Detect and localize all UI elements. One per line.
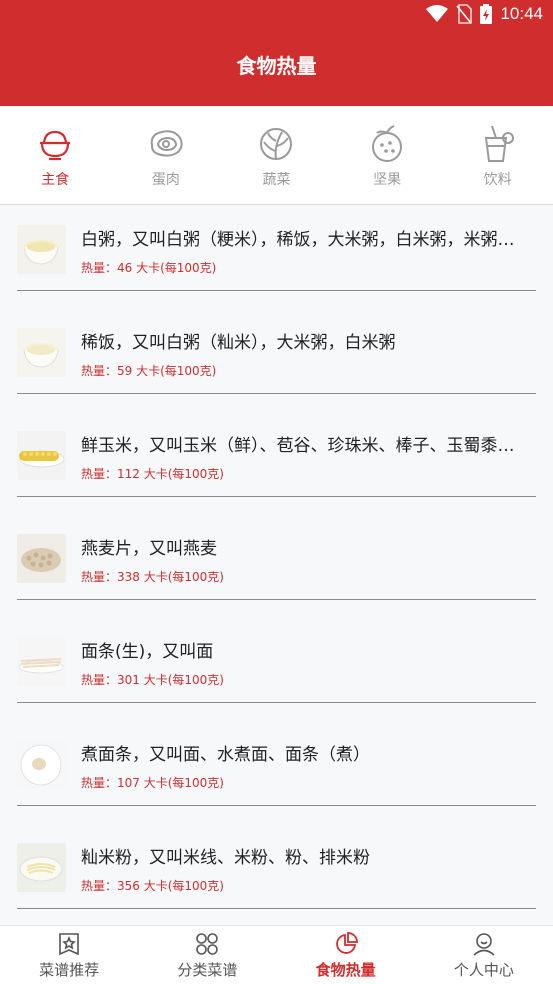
nav-profile[interactable]: 个人中心 [415, 926, 553, 984]
fruit-icon [372, 125, 403, 162]
battery-charging-icon [480, 4, 493, 24]
app-bar: 食物热量 [0, 30, 553, 106]
food-name: 籼米粉，又叫米线、米粉、粉、排米粉 [81, 848, 370, 868]
person-icon [473, 933, 495, 956]
tab-label: 饮料 [483, 172, 512, 188]
food-thumbnail [17, 225, 66, 274]
food-name: 白粥，又叫白粥（粳米），稀饭，大米粥，白米粥，米粥，江米粥 [81, 230, 531, 250]
nav-recipe-recommend[interactable]: 菜谱推荐 [0, 926, 138, 984]
pie-chart-icon [335, 932, 358, 954]
tab-label: 坚果 [373, 172, 402, 188]
list-item[interactable]: 籼米粉，又叫米线、米粉、粉、排米粉 热量：356 大卡(每100克) [0, 823, 553, 926]
nav-label: 分类菜谱 [177, 961, 238, 979]
divider [17, 702, 536, 703]
food-calorie: 热量：107 大卡(每100克) [81, 776, 224, 790]
nav-label: 个人中心 [453, 961, 514, 979]
list-item[interactable]: 鲜玉米，又叫玉米（鲜）、苞谷、珍珠米、棒子、玉蜀黍、玉麦 热量：112 大卡(每… [0, 411, 553, 514]
food-calorie: 热量：46 大卡(每100克) [81, 261, 217, 275]
list-item[interactable]: 稀饭，又叫白粥（籼米），大米粥，白米粥 热量：59 大卡(每100克) [0, 308, 553, 411]
list-item[interactable]: 燕麦片，又叫燕麦 热量：338 大卡(每100克) [0, 514, 553, 617]
tab-staple[interactable]: 主食 [0, 106, 111, 204]
food-calorie: 热量：356 大卡(每100克) [81, 879, 224, 893]
drink-cup-icon [484, 125, 514, 162]
food-name: 面条(生)，又叫面 [81, 642, 214, 662]
food-calorie: 热量：301 大卡(每100克) [81, 673, 224, 687]
food-thumbnail [17, 843, 66, 892]
nav-category-recipes[interactable]: 分类菜谱 [138, 926, 276, 984]
nav-label: 菜谱推荐 [39, 961, 100, 979]
divider [17, 805, 536, 806]
tab-meat-egg[interactable]: 蛋肉 [111, 106, 222, 204]
food-calorie: 热量：338 大卡(每100克) [81, 570, 224, 584]
food-name: 煮面条，又叫面、水煮面、面条（煮） [81, 745, 370, 765]
tab-nuts[interactable]: 坚果 [332, 106, 443, 204]
divider [17, 290, 536, 291]
divider [17, 496, 536, 497]
star-bookmark-icon [59, 933, 79, 956]
food-thumbnail [17, 637, 66, 686]
food-thumbnail [17, 534, 66, 583]
tab-label: 蔬菜 [262, 172, 291, 188]
divider [17, 908, 536, 909]
list-item[interactable]: 白粥，又叫白粥（粳米），稀饭，大米粥，白米粥，米粥，江米粥 热量：46 大卡(每… [0, 205, 553, 308]
nav-food-calories[interactable]: 食物热量 [277, 926, 415, 984]
list-item[interactable]: 面条(生)，又叫面 热量：301 大卡(每100克) [0, 617, 553, 720]
divider [17, 393, 536, 394]
food-name: 燕麦片，又叫燕麦 [81, 539, 217, 559]
tab-drinks[interactable]: 饮料 [442, 106, 553, 204]
food-name: 稀饭，又叫白粥（籼米），大米粥，白米粥 [81, 333, 396, 353]
tab-vegetable[interactable]: 蔬菜 [221, 106, 332, 204]
status-bar: 10:44 [0, 0, 553, 30]
no-sim-icon [456, 4, 473, 24]
food-list: 白粥，又叫白粥（粳米），稀饭，大米粥，白米粥，米粥，江米粥 热量：46 大卡(每… [0, 205, 553, 926]
tab-label: 主食 [41, 172, 70, 188]
food-thumbnail [17, 740, 66, 789]
page-title: 食物热量 [236, 53, 317, 78]
wifi-icon [426, 5, 449, 22]
category-tabs: 主食 蛋肉 蔬菜 坚果 饮料 [0, 106, 553, 205]
divider [17, 599, 536, 600]
list-item[interactable]: 煮面条，又叫面、水煮面、面条（煮） 热量：107 大卡(每100克) [0, 720, 553, 823]
nav-label: 食物热量 [315, 961, 376, 979]
meat-icon [150, 130, 183, 157]
cabbage-icon [260, 128, 293, 160]
grid-icon [196, 933, 219, 955]
food-calorie: 热量：59 大卡(每100克) [81, 364, 217, 378]
status-time: 10:44 [500, 4, 543, 23]
food-calorie: 热量：112 大卡(每100克) [81, 467, 224, 481]
food-thumbnail [17, 328, 66, 377]
bottom-navigation: 菜谱推荐 分类菜谱 食物热量 个人中心 [0, 925, 553, 984]
tab-label: 蛋肉 [151, 172, 180, 188]
food-name: 鲜玉米，又叫玉米（鲜）、苞谷、珍珠米、棒子、玉蜀黍、玉麦 [81, 436, 531, 456]
rice-bowl-icon [40, 130, 71, 161]
food-thumbnail [17, 431, 66, 480]
